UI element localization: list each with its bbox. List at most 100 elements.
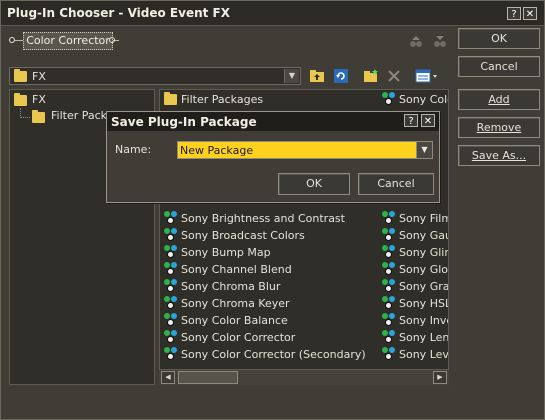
list-item[interactable]: Sony Colo [382, 92, 449, 108]
chevron-down-icon[interactable]: ▼ [284, 69, 299, 83]
fx-plugin-icon [164, 296, 178, 309]
chevron-down-icon[interactable]: ▼ [416, 142, 432, 158]
list-item[interactable]: Sony Grad [382, 279, 449, 295]
move-right-icon[interactable] [433, 35, 447, 49]
up-folder-icon[interactable] [309, 68, 325, 84]
list-item-label: Sony Glint [399, 246, 448, 259]
chain-effect-color-corrector[interactable]: Color Corrector [23, 32, 113, 50]
chain-connector [15, 40, 23, 41]
fx-plugin-icon [164, 347, 178, 360]
scroll-right-icon[interactable]: ▶ [433, 371, 447, 384]
tree-connector [20, 117, 30, 119]
list-item-label: Sony Film [399, 212, 449, 225]
cancel-button[interactable]: Cancel [458, 56, 540, 77]
list-item[interactable]: Sony Lens [382, 330, 449, 346]
dialog-close-button[interactable]: ✕ [421, 114, 435, 127]
save-as-button-label: Save As... [471, 149, 527, 162]
chain-end-node [109, 37, 115, 43]
fx-plugin-icon [382, 313, 396, 326]
horizontal-scrollbar[interactable]: ◀ ▶ [159, 369, 449, 385]
view-options-icon[interactable] [415, 68, 439, 84]
dialog-cancel-button[interactable]: Cancel [358, 173, 434, 195]
add-button[interactable]: Add [458, 89, 540, 110]
list-item-label: Sony Inve [399, 314, 449, 327]
fx-plugin-icon [382, 228, 396, 241]
list-item-label: Sony Chroma Keyer [181, 297, 290, 310]
folder-icon [164, 92, 177, 105]
window-title: Plug-In Chooser - Video Event FX [7, 6, 230, 20]
dialog-ok-button[interactable]: OK [278, 173, 350, 195]
list-item[interactable]: Sony Gaus [382, 228, 448, 244]
list-item[interactable]: Sony Brightness and Contrast [164, 211, 345, 227]
path-value: FX [32, 70, 46, 83]
list-item-label: Filter Packages [181, 93, 264, 106]
list-item[interactable]: Sony HSL [382, 296, 448, 312]
list-item-label: Sony Bump Map [181, 246, 271, 259]
help-button[interactable]: ? [507, 7, 521, 20]
list-item-label: Sony Brightness and Contrast [181, 212, 345, 225]
list-item[interactable]: Filter Packages [164, 92, 263, 108]
list-item[interactable]: Sony Color Corrector (Secondary) [164, 347, 366, 363]
tree-item-fx[interactable]: FX [32, 92, 46, 108]
list-item[interactable]: Sony Channel Blend [164, 262, 292, 278]
list-item[interactable]: Sony Chroma Keyer [164, 296, 290, 312]
fx-plugin-icon [164, 262, 178, 275]
package-name-value: New Package [180, 144, 254, 157]
move-left-icon[interactable] [409, 35, 423, 49]
remove-button[interactable]: Remove [458, 117, 540, 138]
list-item[interactable]: Sony Broadcast Colors [164, 228, 305, 244]
new-folder-icon[interactable] [363, 68, 379, 84]
list-item[interactable]: Sony Glow [382, 262, 449, 278]
list-item-label: Sony Color Corrector [181, 331, 296, 344]
fx-plugin-icon [382, 262, 396, 275]
list-item-label: Sony Color Corrector (Secondary) [181, 348, 366, 361]
dialog-help-button[interactable]: ? [404, 114, 418, 127]
title-bar: Plug-In Chooser - Video Event FX ? ✕ [1, 1, 544, 26]
list-item[interactable]: Sony Leve [382, 347, 449, 363]
list-item-label: Sony Chroma Blur [181, 280, 281, 293]
ok-button[interactable]: OK [458, 28, 540, 49]
list-item-label: Sony Color Balance [181, 314, 288, 327]
list-item-label: Sony Colo [399, 93, 449, 106]
fx-plugin-icon [164, 330, 178, 343]
list-item[interactable]: Sony Film [382, 211, 449, 227]
scroll-left-icon[interactable]: ◀ [161, 371, 175, 384]
list-item-label: Sony Grad [399, 280, 449, 293]
list-item-label: Sony Broadcast Colors [181, 229, 305, 242]
fx-plugin-icon [382, 296, 396, 309]
scrollbar-thumb[interactable] [178, 371, 238, 384]
fx-plugin-icon [382, 211, 396, 224]
list-item[interactable]: Sony Color Balance [164, 313, 288, 329]
fx-plugin-icon [382, 279, 396, 292]
list-item[interactable]: Sony Glint [382, 245, 448, 261]
close-button[interactable]: ✕ [523, 7, 537, 20]
folder-icon [14, 93, 27, 106]
refresh-icon[interactable] [333, 68, 349, 84]
fx-plugin-icon [164, 228, 178, 241]
fx-plugin-icon [382, 330, 396, 343]
tree-item-filter-packages[interactable]: Filter Packa [51, 108, 114, 124]
list-item-label: Sony Lens [399, 331, 449, 344]
folder-icon [14, 69, 27, 82]
path-dropdown[interactable]: FX ▼ [9, 67, 301, 85]
save-as-button[interactable]: Save As... [458, 145, 540, 166]
add-button-label: Add [488, 93, 510, 106]
delete-icon[interactable] [387, 69, 401, 83]
list-item-label: Sony Leve [399, 348, 449, 361]
list-item-label: Sony Channel Blend [181, 263, 292, 276]
list-item[interactable]: Sony Inve [382, 313, 449, 329]
plugin-chooser-window: Plug-In Chooser - Video Event FX ? ✕ Col… [0, 0, 545, 420]
fx-plugin-icon [382, 347, 396, 360]
save-plugin-package-dialog: Save Plug-In Package ? ✕ Name: New Packa… [106, 111, 440, 203]
list-item[interactable]: Sony Chroma Blur [164, 279, 280, 295]
package-name-combobox[interactable]: New Package ▼ [177, 141, 433, 159]
folder-icon [32, 110, 45, 123]
fx-plugin-icon [164, 245, 178, 258]
fx-plugin-icon [164, 313, 178, 326]
list-item[interactable]: Sony Color Corrector [164, 330, 295, 346]
list-item-label: Sony Glow [399, 263, 449, 276]
dialog-title: Save Plug-In Package [111, 115, 257, 129]
list-item-label: Sony Gaus [399, 229, 448, 242]
list-item[interactable]: Sony Bump Map [164, 245, 271, 261]
fx-plugin-icon [164, 211, 178, 224]
